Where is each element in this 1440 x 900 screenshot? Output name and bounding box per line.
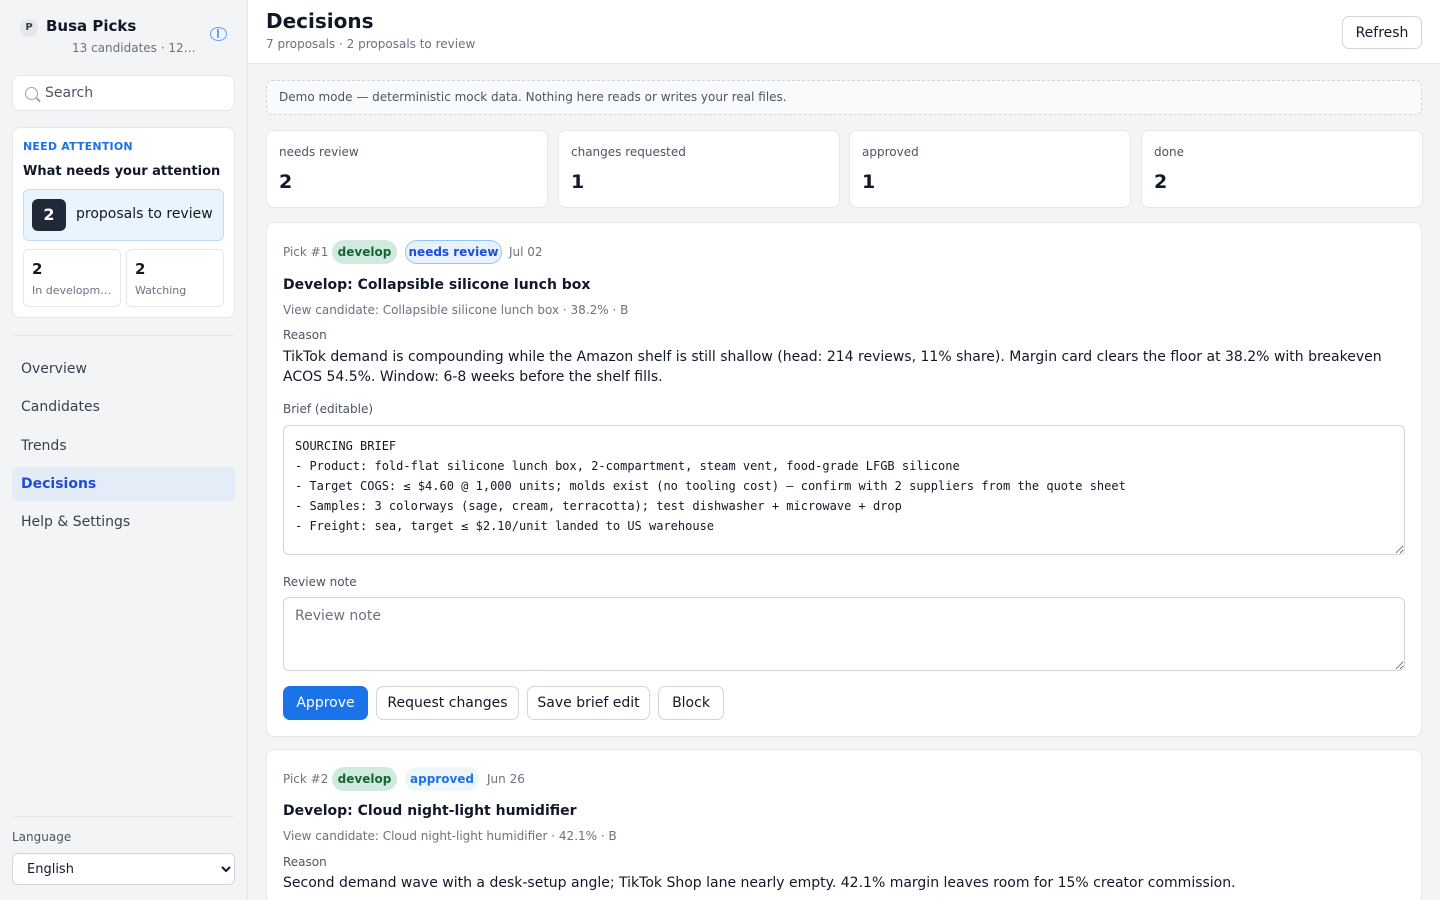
status-badge: needs review: [405, 240, 502, 264]
stat-label: done: [1154, 145, 1184, 159]
stat-label: needs review: [279, 145, 359, 159]
sidebar-bottom-divider: [12, 816, 235, 817]
stat-label: changes requested: [571, 145, 686, 159]
page-header: Decisions 7 proposals · 2 proposals to r…: [248, 0, 1440, 64]
nav-item-overview[interactable]: Overview: [12, 352, 235, 386]
proposals-to-review-label: proposals to review: [76, 206, 213, 222]
attention-panel: NEED ATTENTION What needs your attention…: [12, 127, 235, 318]
attention-eyebrow: NEED ATTENTION: [23, 140, 133, 153]
request-changes-button[interactable]: Request changes: [376, 686, 519, 720]
proposal-date: Jun 26: [487, 772, 525, 786]
nav-item-candidates[interactable]: Candidates: [12, 390, 235, 424]
in-development-count: 2: [32, 260, 43, 278]
proposal-title: Develop: Cloud night-light humidifier: [283, 803, 577, 819]
reason-text: TikTok demand is compounding while the A…: [283, 349, 1382, 385]
search-input[interactable]: [45, 76, 230, 110]
language-label: Language: [12, 830, 72, 844]
review-note-field[interactable]: [283, 597, 1405, 671]
reason-label: Reason: [283, 328, 327, 342]
workspace-avatar: P: [20, 19, 38, 37]
stat-value: 2: [279, 171, 293, 193]
pick-number: Pick #1: [283, 245, 329, 259]
stat-value: 1: [862, 171, 876, 193]
proposal-card: Pick #1 develop needs review Jul 02 Deve…: [266, 222, 1422, 737]
review-note-label: Review note: [283, 575, 357, 589]
refresh-button[interactable]: Refresh: [1342, 16, 1422, 49]
sidebar-toggle-icon[interactable]: [210, 27, 227, 41]
stat-needs-review: needs review 2: [266, 130, 548, 208]
stat-done: done 2: [1141, 130, 1423, 208]
type-badge: develop: [332, 240, 397, 264]
brief-label: Brief (editable): [283, 402, 374, 416]
approve-button[interactable]: Approve: [283, 686, 368, 720]
proposal-title: Develop: Collapsible silicone lunch box: [283, 277, 591, 293]
save-brief-edit-button[interactable]: Save brief edit: [527, 686, 650, 720]
stat-value: 1: [571, 171, 585, 193]
nav-item-help-settings[interactable]: Help & Settings: [12, 505, 235, 539]
proposals-to-review-card[interactable]: 2 proposals to review: [23, 189, 224, 241]
proposal-date: Jul 02: [509, 245, 543, 259]
proposal-card: Pick #2 develop approved Jun 26 Develop:…: [266, 749, 1422, 900]
nav-item-trends[interactable]: Trends: [12, 429, 235, 463]
block-button[interactable]: Block: [658, 686, 724, 720]
watching-label: Watching: [135, 284, 187, 297]
watching-count: 2: [135, 260, 146, 278]
brief-editor[interactable]: SOURCING BRIEF - Product: fold-flat sili…: [283, 425, 1405, 555]
workspace-name: Busa Picks: [46, 17, 137, 35]
pick-number: Pick #2: [283, 772, 329, 786]
workspace-summary: 13 candidates · 12 trends: [72, 41, 196, 55]
in-development-card[interactable]: 2 In development: [23, 249, 121, 307]
sidebar: P Busa Picks 13 candidates · 12 trends N…: [0, 0, 248, 900]
view-candidate-link[interactable]: View candidate: Collapsible silicone lun…: [283, 303, 628, 317]
search-box: [12, 75, 235, 111]
reason-label: Reason: [283, 855, 327, 869]
stat-approved: approved 1: [849, 130, 1131, 208]
page-subtitle: 7 proposals · 2 proposals to review: [266, 37, 476, 51]
demo-mode-banner: Demo mode — deterministic mock data. Not…: [266, 80, 1422, 115]
sidebar-divider: [12, 335, 235, 336]
page-title: Decisions: [266, 9, 374, 33]
stat-label: approved: [862, 145, 919, 159]
attention-title: What needs your attention: [23, 164, 221, 179]
watching-card[interactable]: 2 Watching: [126, 249, 224, 307]
brand-header: P Busa Picks 13 candidates · 12 trends: [20, 16, 230, 60]
in-development-label: In development: [32, 284, 116, 297]
status-badge: approved: [405, 767, 479, 791]
search-icon: [25, 87, 38, 100]
nav-item-decisions[interactable]: Decisions: [12, 467, 235, 501]
view-candidate-link[interactable]: View candidate: Cloud night-light humidi…: [283, 829, 617, 843]
language-select[interactable]: English: [12, 853, 235, 885]
reason-text: Second demand wave with a desk-setup ang…: [283, 875, 1236, 891]
stat-changes-requested: changes requested 1: [558, 130, 840, 208]
stat-value: 2: [1154, 171, 1168, 193]
proposals-to-review-count: 2: [32, 199, 66, 231]
type-badge: develop: [332, 767, 397, 791]
